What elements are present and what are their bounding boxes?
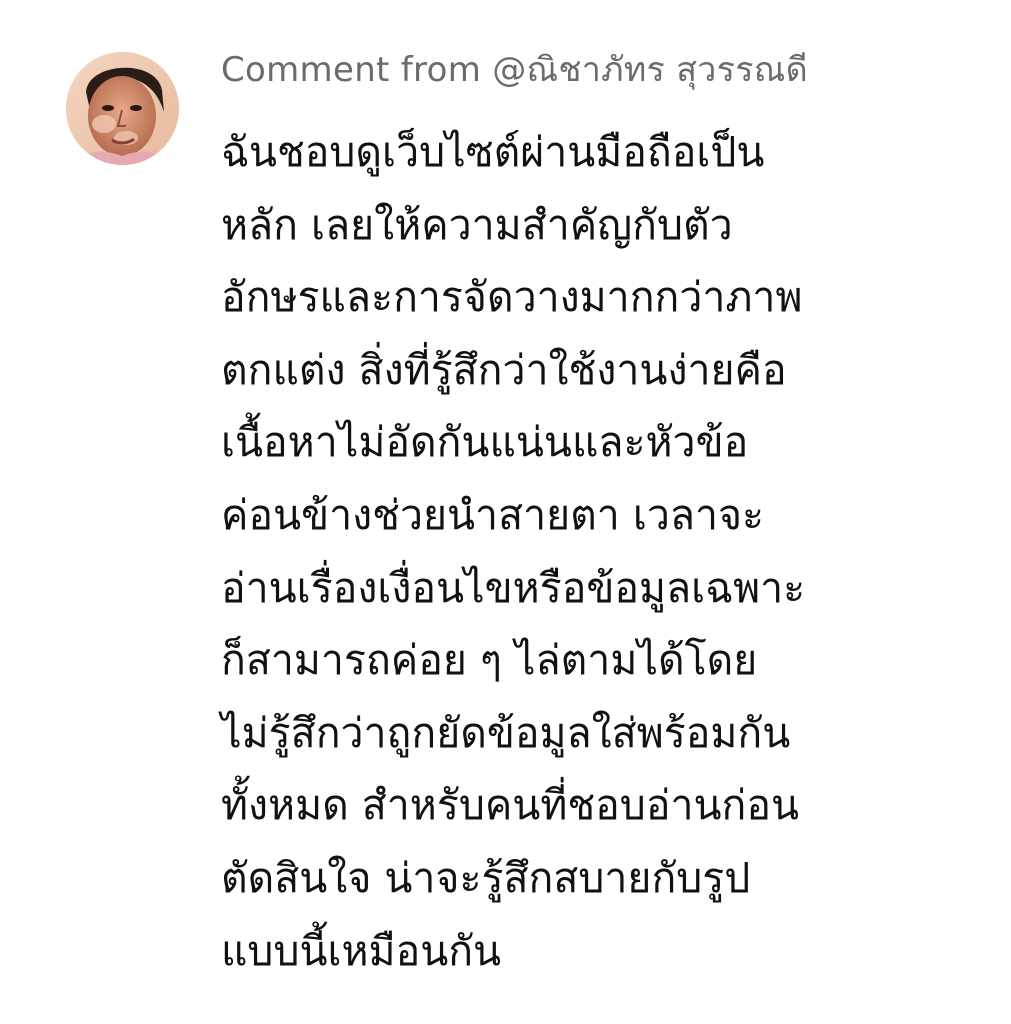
comment-line: ตัดสินใจ น่าจะรู้สึกสบายกับรูป <box>221 853 751 902</box>
comment-line: ค่อนข้างช่วยนำสายตา เวลาจะ <box>221 490 765 539</box>
comment-line: ไม่รู้สึกว่าถูกยัดข้อมูลใส่พร้อมกัน <box>221 708 791 757</box>
comment-card: Comment from @ณิชาภัทร สุวรรณดี ฉันชอบดู… <box>0 0 1011 1024</box>
comment-line: ก็สามารถค่อย ๆ ไล่ตามได้โดย <box>221 636 758 685</box>
user-avatar-photo-icon <box>66 52 179 165</box>
comment-line: ทั้งหมด สำหรับคนที่ชอบอ่านก่อน <box>221 781 799 830</box>
comment-line: หลัก เลยให้ความสำคัญกับตัว <box>221 200 733 249</box>
comment-line: ฉันชอบดูเว็บไซต์ผ่านมือถือเป็น <box>221 128 765 176</box>
comment-line: เนื้อหาไม่อัดกันแน่นและหัวข้อ <box>221 418 749 467</box>
comment-body: ฉันชอบดูเว็บไซต์ผ่านมือถือเป็น หลัก เลยใ… <box>221 116 981 987</box>
comment-line: อ่านเรื่องเงื่อนไขหรือข้อมูลเฉพาะ <box>221 563 806 612</box>
user-avatar[interactable] <box>66 52 179 165</box>
comment-line: ตกแต่ง สิ่งที่รู้สึกว่าใช้งานง่ายคือ <box>221 345 787 394</box>
comment-line: แบบนี้เหมือนกัน <box>221 926 502 975</box>
comment-line: อักษรและการจัดวางมากกว่าภาพ <box>221 273 803 322</box>
comment-author-header[interactable]: Comment from @ณิชาภัทร สุวรรณดี <box>221 46 808 94</box>
